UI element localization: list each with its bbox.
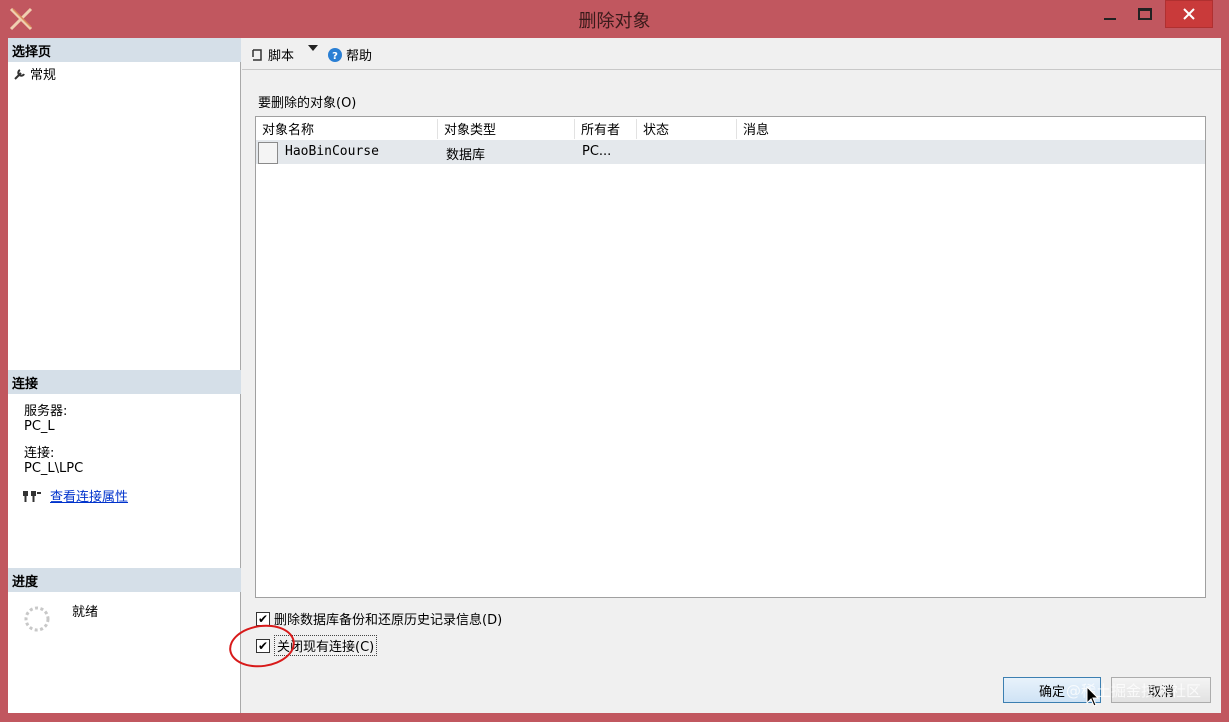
progress-spinner-icon (24, 606, 50, 632)
table-row[interactable]: HaoBinCourse 数据库 PC... (256, 140, 1205, 164)
cell-object-type: 数据库 (446, 148, 486, 163)
script-dropdown[interactable] (308, 45, 318, 51)
row-selector[interactable] (258, 142, 278, 164)
progress-status: 就绪 (72, 605, 99, 620)
grid-header: 对象名称 对象类型 所有者 状态 消息 (256, 117, 1205, 139)
close-icon (1183, 8, 1195, 20)
close-button[interactable] (1165, 0, 1213, 28)
left-pane: 选择页 常规 连接 服务器: PC_L 连接: PC_L\LPC 查看连接属性 … (8, 38, 241, 713)
column-header-status[interactable]: 状态 (637, 119, 737, 139)
objects-to-delete-label: 要删除的对象(O) (258, 96, 357, 111)
help-icon: ? (328, 47, 342, 62)
minimize-button[interactable] (1093, 0, 1127, 28)
checkbox-check-icon: ✔ (256, 611, 270, 626)
help-button[interactable]: ? 帮助 (328, 45, 372, 64)
select-page-header: 选择页 (8, 38, 241, 62)
maximize-button[interactable] (1127, 0, 1163, 28)
dialog-client-area: 选择页 常规 连接 服务器: PC_L 连接: PC_L\LPC 查看连接属性 … (8, 38, 1221, 713)
delete-backup-history-label: 删除数据库备份和还原历史记录信息(D) (274, 613, 503, 628)
connection-properties-icon (23, 490, 41, 502)
view-connection-properties-link[interactable]: 查看连接属性 (22, 486, 128, 505)
nav-item-label: 常规 (30, 68, 57, 83)
script-icon (252, 48, 262, 61)
right-pane: 脚本 ? 帮助 要删除的对象(O) 对象名称 对象类型 所有者 状态 消息 Ha… (242, 38, 1221, 713)
connection-header: 连接 (8, 370, 241, 394)
server-value: PC_L (24, 419, 55, 434)
cell-owner: PC... (582, 144, 612, 159)
window-title: 删除对象 (578, 11, 651, 32)
connection-label: 连接: (24, 446, 55, 461)
help-label: 帮助 (346, 49, 373, 64)
column-header-type[interactable]: 对象类型 (438, 119, 575, 139)
column-header-message[interactable]: 消息 (737, 119, 1205, 139)
script-label: 脚本 (268, 49, 295, 64)
maximize-icon (1138, 8, 1152, 20)
toolbar: 脚本 ? 帮助 (242, 38, 1221, 70)
svg-text:?: ? (332, 51, 338, 62)
server-label: 服务器: (24, 404, 68, 419)
minimize-icon (1104, 18, 1116, 20)
column-header-owner[interactable]: 所有者 (575, 119, 637, 139)
mouse-cursor-icon (1086, 686, 1100, 707)
connection-value: PC_L\LPC (24, 461, 84, 476)
column-header-name[interactable]: 对象名称 (256, 119, 438, 139)
chevron-down-icon (308, 45, 318, 51)
title-bar: 删除对象 (0, 0, 1229, 38)
progress-header: 进度 (8, 568, 241, 592)
nav-item-general[interactable]: 常规 (14, 64, 56, 83)
view-connection-properties-text: 查看连接属性 (50, 490, 129, 505)
script-button[interactable]: 脚本 (250, 45, 294, 64)
cell-object-name: HaoBinCourse (285, 144, 379, 159)
objects-grid[interactable]: 对象名称 对象类型 所有者 状态 消息 HaoBinCourse 数据库 PC.… (255, 116, 1206, 598)
delete-backup-history-checkbox[interactable]: ✔ 删除数据库备份和还原历史记录信息(D) (256, 609, 502, 628)
wrench-icon (14, 68, 25, 80)
